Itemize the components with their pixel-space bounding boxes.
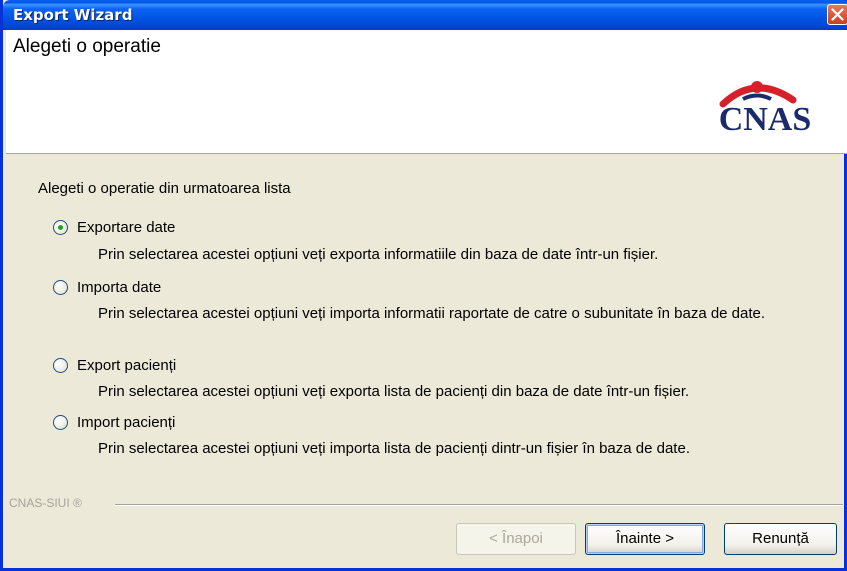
option-description: Prin selectarea acestei opțiuni veți exp… — [98, 383, 690, 400]
title-bar[interactable]: Export Wizard — [3, 0, 847, 30]
cnas-logo: CNAS — [695, 66, 835, 138]
logo-text: CNAS — [719, 101, 812, 136]
radio-importa-date[interactable] — [53, 280, 68, 295]
radio-selected-dot — [58, 225, 63, 230]
option-label[interactable]: Exportare date — [77, 219, 175, 236]
back-button[interactable]: < Înapoi — [456, 523, 576, 555]
close-button[interactable] — [827, 4, 847, 25]
next-button[interactable]: Înainte > — [585, 523, 705, 555]
page-title: Alegeti o operatie — [13, 36, 161, 57]
footer-brand: CNAS-SIUI ® — [9, 496, 86, 510]
window-title: Export Wizard — [13, 6, 133, 24]
export-wizard-window: Export Wizard Alegeti o operatie CNAS Al… — [0, 0, 847, 571]
radio-exportare-date[interactable] — [53, 220, 68, 235]
footer-divider — [115, 504, 843, 506]
cancel-button[interactable]: Renunță — [724, 523, 837, 555]
option-label[interactable]: Importa date — [77, 279, 161, 296]
option-description: Prin selectarea acestei opțiuni veți imp… — [98, 305, 766, 322]
intro-text: Alegeti o operatie din urmatoarea lista — [38, 180, 291, 197]
close-icon — [831, 8, 844, 21]
option-label[interactable]: Export pacienți — [77, 357, 176, 374]
option-description: Prin selectarea acestei opțiuni veți exp… — [98, 246, 659, 263]
option-description: Prin selectarea acestei opțiuni veți imp… — [98, 440, 690, 457]
radio-import-pacienti[interactable] — [53, 415, 68, 430]
radio-export-pacienti[interactable] — [53, 358, 68, 373]
option-label[interactable]: Import pacienți — [77, 414, 175, 431]
